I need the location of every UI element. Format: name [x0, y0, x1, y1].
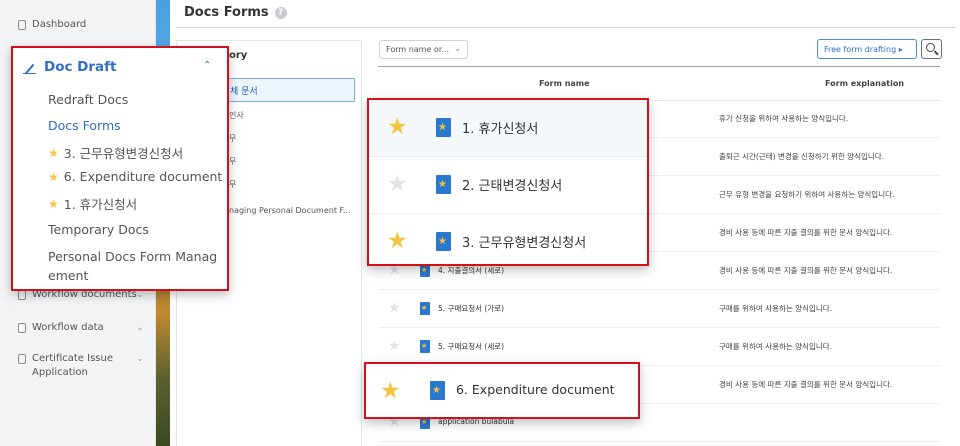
category-item[interactable]: 인사: [229, 110, 244, 121]
form-explanation: 근무 유형 변경을 요청하기 위하여 사용하는 양식입니다.: [719, 190, 895, 199]
database-icon: [18, 323, 26, 333]
category-header: ory: [229, 50, 248, 61]
star-icon: ★: [48, 196, 59, 211]
form-explanation: 경비 사용 등에 따른 지출 결의를 위한 문서 양식입니다.: [719, 380, 893, 389]
menu-item-label: Redraft Docs: [48, 92, 129, 107]
star-icon[interactable]: ★: [387, 115, 408, 139]
star-icon: ★: [48, 145, 59, 160]
pen-icon: [23, 61, 36, 74]
favorite-form-item[interactable]: ★ 1. 휴가신청서: [48, 194, 137, 213]
category-item-label: 체 문서: [230, 87, 258, 97]
caret-right-icon: ▸: [898, 45, 903, 54]
form-name[interactable]: 1. 휴가신청서: [462, 118, 538, 137]
form-name[interactable]: 6. Expenditure document: [456, 382, 615, 397]
category-item[interactable]: 무: [229, 156, 236, 167]
form-document-icon: [436, 232, 451, 251]
menu-item-label: 6. Expenditure document: [63, 169, 223, 184]
sidebar-item-label: Dashboard: [32, 19, 87, 30]
doc-draft-title: Doc Draft: [44, 59, 117, 75]
help-icon[interactable]: ?: [274, 6, 287, 19]
chevron-down-icon: ⌄: [136, 354, 144, 364]
sidebar-item-label: Workflow data: [32, 322, 104, 333]
search-field-select[interactable]: Form name or... ⌄: [379, 40, 468, 59]
form-explanation: 경비 사용 등에 따른 지출 결의를 위한 문서 양식입니다.: [719, 228, 893, 237]
menu-item-label: 1. 휴가신청서: [63, 197, 138, 212]
column-header-form-name[interactable]: Form name: [539, 66, 590, 101]
star-icon: ★: [48, 169, 59, 184]
form-name[interactable]: 2. 근태변경신청서: [462, 175, 562, 194]
star-icon[interactable]: ★: [387, 172, 408, 196]
title-divider: [176, 27, 956, 28]
doc-draft-header[interactable]: Doc Draft: [23, 59, 116, 75]
menu-item-label: Docs Forms: [48, 118, 121, 133]
form-explanation: 휴가 신청을 위하여 사용하는 양식입니다.: [719, 114, 849, 123]
sidebar-item-dashboard[interactable]: Dashboard: [18, 18, 86, 32]
form-document-icon: [430, 381, 445, 400]
page-title: Docs Forms ?: [184, 5, 287, 20]
menu-item-redraft-docs[interactable]: Redraft Docs: [48, 92, 128, 107]
sidebar-item-label: Certificate Issue Application: [32, 353, 113, 378]
select-value: Form name or...: [386, 45, 450, 54]
category-item[interactable]: naging Personal Document F...: [229, 206, 359, 215]
form-name[interactable]: 3. 근무유형변경신청서: [462, 232, 586, 251]
form-document-icon: [420, 340, 430, 353]
table-row[interactable]: ★ 5. 구매요청서 (세로) 구매를 위하여 사용하는 양식입니다.: [378, 328, 940, 366]
form-row[interactable]: ★ 2. 근태변경신청서: [369, 157, 647, 214]
certificate-icon: [18, 354, 26, 364]
doc-draft-callout: Doc Draft ⌃ Redraft Docs Docs Forms ★ 3.…: [11, 46, 229, 291]
table-row[interactable]: ★ 5. 구매요청서 (가로) 구매를 위하여 사용하는 양식입니다.: [378, 290, 940, 328]
document-icon: [18, 290, 26, 300]
column-header-form-explanation: Form explanation: [825, 79, 905, 88]
menu-item-temporary-docs[interactable]: Temporary Docs: [48, 222, 149, 237]
chevron-up-icon[interactable]: ⌃: [203, 60, 211, 71]
star-icon[interactable]: ★: [388, 339, 401, 353]
star-icon[interactable]: ★: [387, 229, 408, 253]
free-form-drafting-button[interactable]: Free form drafting ▸: [817, 39, 917, 59]
button-label: Free form drafting: [824, 45, 897, 54]
chevron-down-icon: ⌄: [454, 44, 461, 53]
form-explanation: 구매를 위하여 사용하는 양식입니다.: [719, 304, 833, 313]
favorite-form-item[interactable]: ★ 3. 근무유형변경신청서: [48, 143, 183, 162]
sidebar-item-certificate[interactable]: Certificate Issue Application ⌄: [18, 352, 144, 380]
form-name[interactable]: 5. 구매요청서 (세로): [438, 341, 504, 352]
search-button[interactable]: [921, 39, 942, 59]
form-explanation: 출퇴근 시간(근태) 변경을 신청하기 위한 양식입니다.: [719, 152, 885, 161]
form-name[interactable]: 5. 구매요청서 (가로): [438, 303, 504, 314]
sidebar-item-workflow-data[interactable]: Workflow data ⌄: [18, 321, 144, 335]
star-icon[interactable]: ★: [388, 301, 401, 315]
search-icon-handle: [934, 50, 939, 56]
menu-item-label: 3. 근무유형변경신청서: [63, 146, 184, 161]
forms-callout: ★ 1. 휴가신청서 ★ 2. 근태변경신청서 ★ 3. 근무유형변경신청서: [367, 98, 649, 266]
category-item[interactable]: 무: [229, 179, 236, 190]
menu-item-label: Temporary Docs: [48, 222, 149, 237]
form-explanation: 구매를 위하여 사용하는 양식입니다.: [719, 342, 833, 351]
form-document-icon: [436, 118, 451, 137]
form-document-icon: [420, 302, 430, 315]
form-document-icon: [436, 175, 451, 194]
page-title-text: Docs Forms: [184, 5, 269, 20]
menu-item-docs-forms[interactable]: Docs Forms: [48, 118, 121, 133]
star-icon[interactable]: ★: [380, 379, 401, 403]
form-row[interactable]: ★ 3. 근무유형변경신청서: [369, 214, 647, 271]
dashboard-icon: [18, 20, 26, 30]
chevron-down-icon: ⌄: [136, 323, 144, 333]
favorite-form-item[interactable]: ★ 6. Expenditure document: [48, 169, 222, 184]
expenditure-callout[interactable]: ★ 6. Expenditure document: [364, 362, 640, 419]
form-row[interactable]: ★ 1. 휴가신청서: [369, 100, 647, 157]
category-item[interactable]: 무: [229, 133, 236, 144]
menu-item-personal-docs-form-management[interactable]: Personal Docs Form Management: [48, 247, 218, 285]
form-explanation: 경비 사용 등에 따른 지출 결의를 위한 문서 양식입니다.: [719, 266, 893, 275]
